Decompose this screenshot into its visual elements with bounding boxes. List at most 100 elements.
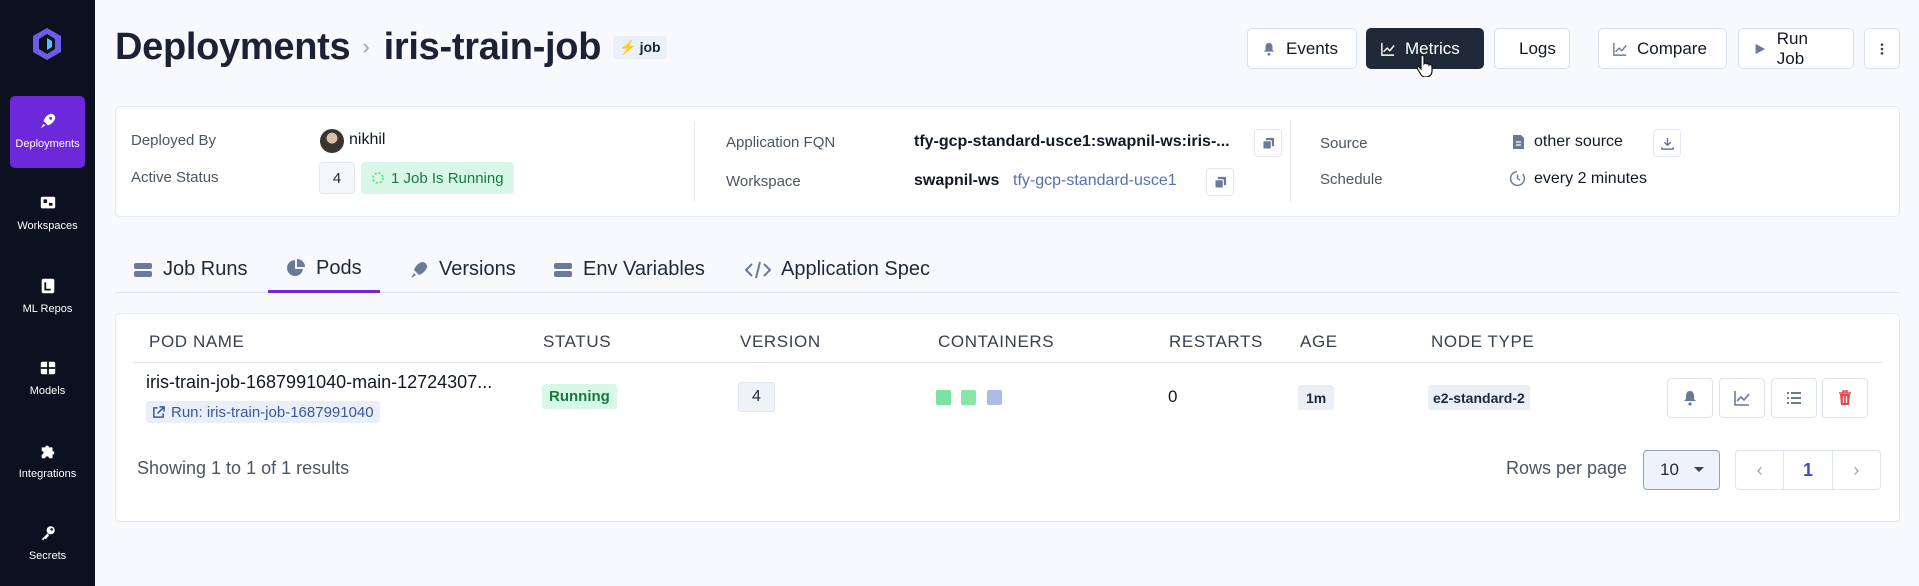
tab-application-spec[interactable]: Application Spec [727,246,948,293]
sidebar-item-label: Deployments [15,138,80,150]
run-link-label: Run: iris-train-job-1687991040 [171,403,374,421]
container-status-indicator[interactable] [936,390,951,405]
bolt-icon: ⚡ [619,38,637,55]
chart-line-icon [1613,42,1627,56]
repo-icon [41,278,55,294]
tab-label: Versions [439,258,516,280]
sidebar-item-label: Secrets [28,550,67,562]
tab-label: Pods [316,256,362,279]
running-status-text: 1 Job Is Running [391,169,504,187]
divider [1290,122,1291,202]
run-job-label: Run Job [1776,28,1808,68]
deployed-by-label: Deployed By [131,132,217,149]
deployment-info-card: Deployed By nikhil Active Status 4 1 Job… [115,106,1900,217]
spinner-icon [372,172,384,184]
tab-env-variables[interactable]: Env Variables [535,246,723,293]
run-link[interactable]: Run: iris-train-job-1687991040 [146,401,380,423]
workspace-value[interactable]: swapnil-ws [914,172,999,190]
breadcrumb-deployments[interactable]: Deployments [115,26,351,69]
app-logo-icon[interactable] [29,26,65,62]
pods-table: POD NAME STATUS VERSION CONTAINERS RESTA… [115,313,1900,522]
sidebar: Deployments Workspaces ML Repos Models I… [0,0,95,586]
file-icon [1513,135,1524,149]
list-icon [1787,392,1801,404]
tab-label: Application Spec [781,258,930,280]
more-options-button[interactable] [1864,28,1900,69]
chart-line-icon [1381,42,1395,56]
cluster-link[interactable]: tfy-gcp-standard-usce1 [1013,172,1177,190]
pie-chart-icon [287,259,305,276]
rows-per-page-label: Rows per page [1506,458,1628,478]
run-job-button[interactable]: Run Job [1738,28,1854,69]
container-status-indicator[interactable] [961,390,976,405]
rocket-icon [411,261,427,278]
server-icon [134,262,152,277]
container-status-indicator[interactable] [987,390,1002,405]
column-header: RESTARTS [1169,332,1263,351]
active-status-label: Active Status [131,169,219,186]
fqn-value: tfy-gcp-standard-usce1:swapnil-ws:iris-.… [914,133,1230,150]
schedule-value: every 2 minutes [1534,170,1647,187]
rows-per-page-select[interactable]: 10 [1643,450,1720,490]
tab-versions[interactable]: Versions [391,246,534,293]
events-button[interactable]: Events [1247,28,1357,69]
column-header: AGE [1300,332,1338,351]
column-header: STATUS [543,332,612,351]
bell-icon [1684,391,1696,406]
logs-button[interactable]: Logs [1494,28,1570,69]
copy-workspace-button[interactable] [1206,168,1234,196]
pod-events-button[interactable] [1667,378,1713,418]
tab-job-runs[interactable]: Job Runs [115,246,266,293]
sidebar-item-models[interactable]: Models [10,343,85,415]
pagination: ‹ 1 › [1735,450,1881,490]
sidebar-item-deployments[interactable]: Deployments [10,96,85,168]
copy-fqn-button[interactable] [1254,129,1282,157]
grid-icon [40,361,56,375]
sidebar-item-label: Models [29,385,66,397]
bell-icon [1263,42,1275,56]
key-icon [41,526,55,541]
play-icon [1755,43,1766,54]
sidebar-item-integrations[interactable]: Integrations [10,426,85,498]
workspace-icon [40,196,56,209]
workspace-label: Workspace [726,173,801,190]
pod-delete-button[interactable] [1822,378,1868,418]
download-source-button[interactable] [1653,129,1681,157]
page-number-button[interactable]: 1 [1783,451,1833,489]
sidebar-item-ml-repos[interactable]: ML Repos [10,261,85,333]
sidebar-item-label: ML Repos [22,303,73,315]
trash-icon [1839,390,1851,405]
version-badge[interactable]: 4 [738,382,775,412]
source-label: Source [1320,135,1368,152]
pod-logs-button[interactable] [1771,378,1817,418]
tab-pods[interactable]: Pods [268,246,380,293]
next-page-button[interactable]: › [1833,451,1880,489]
sidebar-item-secrets[interactable]: Secrets [10,508,85,580]
deployed-by-value: nikhil [349,131,386,148]
column-header: POD NAME [149,332,245,351]
compare-button[interactable]: Compare [1598,28,1727,69]
sidebar-item-workspaces[interactable]: Workspaces [10,178,85,250]
clock-icon [1509,170,1526,187]
tab-label: Job Runs [163,258,248,280]
node-type-badge: e2-standard-2 [1428,385,1530,410]
active-count-badge: 4 [319,162,355,194]
column-header: CONTAINERS [938,332,1055,351]
fqn-label: Application FQN [726,134,836,151]
copy-icon [1213,176,1226,189]
server-icon [554,262,572,277]
running-status-badge: 1 Job Is Running [361,162,514,194]
events-label: Events [1286,38,1338,58]
page-title: iris-train-job [383,25,602,68]
column-header: NODE TYPE [1431,332,1535,351]
rocket-icon [40,113,56,129]
more-vertical-icon [1880,42,1884,55]
job-type-badge: ⚡ job [613,35,667,59]
chart-line-icon [1734,391,1750,406]
column-header: VERSION [740,332,821,351]
pod-metrics-button[interactable] [1719,378,1765,418]
chevron-down-icon [1693,467,1704,472]
pagination-summary: Showing 1 to 1 of 1 results [137,458,350,478]
previous-page-button[interactable]: ‹ [1736,451,1783,489]
download-icon [1660,137,1674,150]
